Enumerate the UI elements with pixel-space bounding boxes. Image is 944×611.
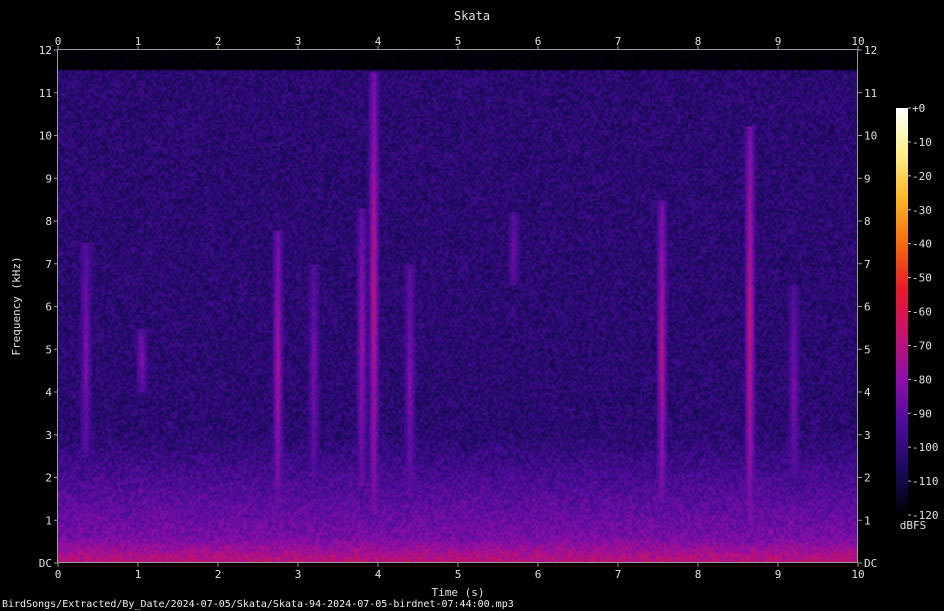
colorbar-tick-label: -110 (912, 475, 939, 488)
y-tick-label-left: 4 (45, 386, 52, 399)
y-tick-label-right: DC (864, 557, 877, 570)
y-tick-label-right: 9 (864, 172, 871, 185)
colorbar-tick-label: +0 (912, 102, 925, 115)
x-tick-label-bottom: 10 (851, 568, 864, 581)
y-tick-label-left: DC (39, 557, 52, 570)
x-tick-label-top: 4 (375, 35, 382, 48)
x-tick-label-bottom: 5 (455, 568, 462, 581)
y-tick-label-left: 5 (45, 343, 52, 356)
colorbar-tick-label: -40 (912, 238, 932, 251)
y-tick-label-left: 6 (45, 301, 52, 314)
spectrogram-image (58, 50, 858, 563)
y-tick-label-right: 10 (864, 130, 877, 143)
y-tick-label-right: 8 (864, 215, 871, 228)
y-tick-label-left: 2 (45, 472, 52, 485)
y-tick-label-left: 3 (45, 429, 52, 442)
x-tick-label-top: 10 (851, 35, 864, 48)
x-tick-label-top: 8 (695, 35, 702, 48)
spectrogram-figure: Skata 001122334455667788991010DC DC1 12 23 3… (0, 0, 944, 611)
y-tick-label-right: 3 (864, 429, 871, 442)
x-tick-label-top: 2 (215, 35, 222, 48)
x-tick-label-bottom: 9 (775, 568, 782, 581)
colorbar-tick-label: -30 (912, 204, 932, 217)
file-path-caption: BirdSongs/Extracted/By_Date/2024-07-05/S… (2, 599, 514, 610)
x-tick-label-bottom: 7 (615, 568, 622, 581)
x-tick-label-top: 5 (455, 35, 462, 48)
x-tick-label-bottom: 4 (375, 568, 382, 581)
x-axis-label: Time (s) (432, 586, 485, 599)
x-tick-label-bottom: 8 (695, 568, 702, 581)
colorbar-tick-label: -70 (912, 339, 932, 352)
y-tick-label-right: 11 (864, 87, 877, 100)
x-tick-label-top: 3 (295, 35, 302, 48)
colorbar-tick-label: -90 (912, 407, 932, 420)
y-tick-label-right: 12 (864, 44, 877, 57)
y-tick-label-left: 1 (45, 514, 52, 527)
x-tick-label-top: 6 (535, 35, 542, 48)
x-tick-label-bottom: 6 (535, 568, 542, 581)
x-tick-label-bottom: 2 (215, 568, 222, 581)
colorbar-tick-label: -100 (912, 441, 939, 454)
x-tick-label-top: 9 (775, 35, 782, 48)
y-tick-label-right: 4 (864, 386, 871, 399)
y-axis-label: Frequency (kHz) (10, 256, 23, 355)
x-tick-label-top: 7 (615, 35, 622, 48)
y-tick-label-left: 11 (39, 87, 52, 100)
colorbar-label: dBFS (900, 519, 927, 532)
y-tick-label-left: 12 (39, 44, 52, 57)
y-tick-label-left: 7 (45, 258, 52, 271)
colorbar-tick-label: -20 (912, 170, 932, 183)
chart-title: Skata (454, 9, 490, 23)
y-tick-label-left: 10 (39, 130, 52, 143)
y-tick-label-right: 2 (864, 472, 871, 485)
x-tick-label-top: 0 (55, 35, 62, 48)
spectrogram-plot-area (58, 50, 858, 563)
x-tick-label-bottom: 3 (295, 568, 302, 581)
colorbar-tick-label: -50 (912, 272, 932, 285)
colorbar-tick-label: -60 (912, 306, 932, 319)
x-tick-label-bottom: 1 (135, 568, 142, 581)
y-tick-label-left: 8 (45, 215, 52, 228)
y-tick-label-left: 9 (45, 172, 52, 185)
colorbar-tick-label: -10 (912, 136, 932, 149)
x-tick-label-top: 1 (135, 35, 142, 48)
y-tick-label-right: 7 (864, 258, 871, 271)
colorbar-tick-label: -80 (912, 373, 932, 386)
y-tick-label-right: 5 (864, 343, 871, 356)
colorbar (896, 108, 908, 515)
x-tick-label-bottom: 0 (55, 568, 62, 581)
y-tick-label-right: 1 (864, 514, 871, 527)
y-tick-label-right: 6 (864, 301, 871, 314)
